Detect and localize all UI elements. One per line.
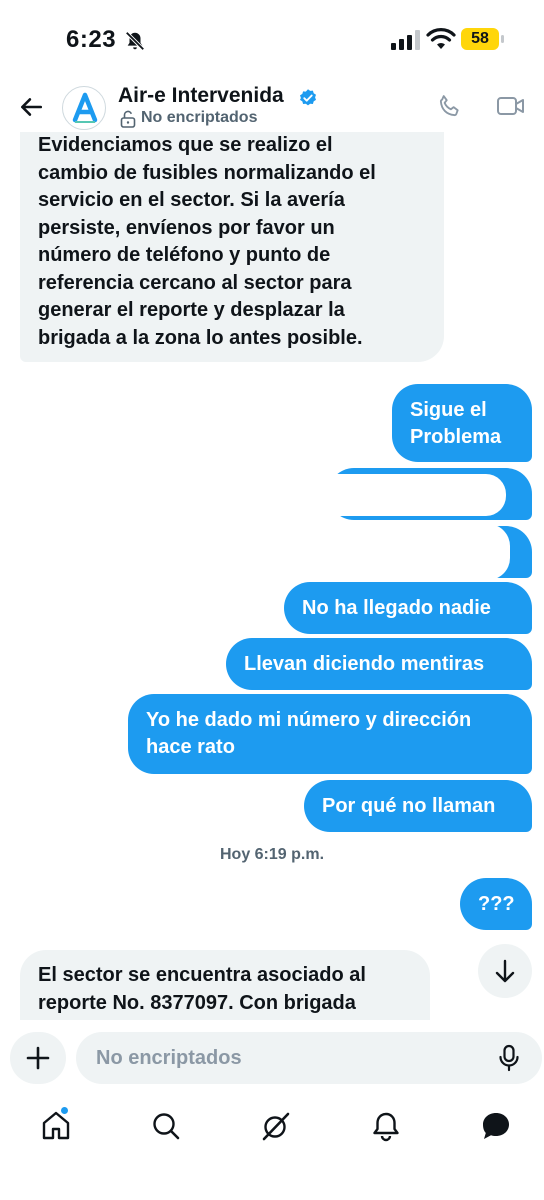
message-line: El sector se encuentra asociado al	[38, 964, 366, 986]
status-bar: 6:23 58	[0, 0, 544, 80]
plus-icon	[26, 1046, 50, 1070]
message-input[interactable]	[76, 1032, 542, 1084]
redaction-overlay	[312, 474, 506, 516]
air-e-logo	[72, 92, 98, 123]
phone-call-icon[interactable]	[436, 92, 464, 120]
contact-name[interactable]: Air-e Intervenida	[118, 84, 284, 108]
message-line: reporte No. 8377097. Con brigada	[38, 991, 356, 1014]
video-call-icon[interactable]	[496, 94, 526, 118]
message-line: Evidenciamos que se realizo el	[38, 134, 333, 156]
verified-badge-icon	[300, 89, 316, 106]
message-line: brigada a la zona lo antes posible.	[38, 326, 363, 349]
message-composer	[0, 1020, 544, 1100]
message-line: persiste, envíenos por favor un	[38, 216, 335, 239]
message-line: cambio de fusibles normalizando el	[38, 161, 376, 184]
encryption-status: No encriptados	[141, 109, 258, 126]
grok-icon[interactable]	[258, 1108, 294, 1144]
message-timestamp: Hoy 6:19 p.m.	[219, 846, 325, 863]
conversation-header: Air-e Intervenida No encriptados	[0, 80, 544, 132]
message-incoming[interactable]: El sector se encuentra asociado al repor…	[20, 950, 430, 1020]
home-icon[interactable]	[38, 1108, 74, 1144]
message-line: hace rato	[146, 736, 235, 758]
message-line: número de teléfono y punto de	[38, 244, 331, 266]
bell-off-icon	[125, 31, 145, 51]
message-outgoing[interactable]: Llevan diciendo mentiras	[226, 638, 532, 690]
battery-level: 58	[471, 30, 489, 47]
status-time: 6:23	[66, 26, 117, 53]
search-icon[interactable]	[148, 1108, 184, 1144]
message-line: generar el reporte y desplazar la	[38, 299, 345, 321]
message-thread[interactable]: Evidenciamos que se realizo el cambio de…	[0, 132, 544, 1020]
wifi-icon	[426, 28, 456, 49]
message-line: referencia cercano al sector para	[38, 271, 352, 294]
scroll-down-arrow-icon	[495, 959, 515, 983]
message-incoming[interactable]: Evidenciamos que se realizo el cambio de…	[20, 132, 444, 362]
message-line: servicio en el sector. Si la avería	[38, 189, 345, 211]
add-attachment-button[interactable]	[10, 1032, 66, 1084]
message-line: Sigue el	[410, 399, 487, 421]
message-outgoing[interactable]: Por qué no llaman	[304, 780, 532, 832]
messages-icon[interactable]	[478, 1108, 514, 1144]
back-arrow-icon[interactable]	[18, 94, 44, 120]
notifications-bell-icon[interactable]	[368, 1108, 404, 1144]
scroll-to-bottom-button[interactable]	[478, 944, 532, 998]
message-outgoing[interactable]: ???	[460, 878, 532, 930]
home-notification-dot	[60, 1106, 69, 1115]
avatar[interactable]	[62, 86, 106, 130]
unlock-icon	[120, 110, 136, 128]
message-outgoing[interactable]: Sigue el Problema	[392, 384, 532, 462]
message-line: Yo he dado mi número y dirección	[146, 709, 472, 731]
message-outgoing[interactable]: No ha llegado nadie	[284, 582, 532, 634]
redaction-overlay	[330, 524, 510, 580]
signal-icon	[391, 30, 420, 50]
bottom-tab-bar	[0, 1100, 544, 1200]
message-line: Problema	[410, 426, 502, 448]
message-outgoing[interactable]: Yo he dado mi número y dirección hace ra…	[128, 694, 532, 774]
microphone-icon[interactable]	[496, 1044, 522, 1072]
